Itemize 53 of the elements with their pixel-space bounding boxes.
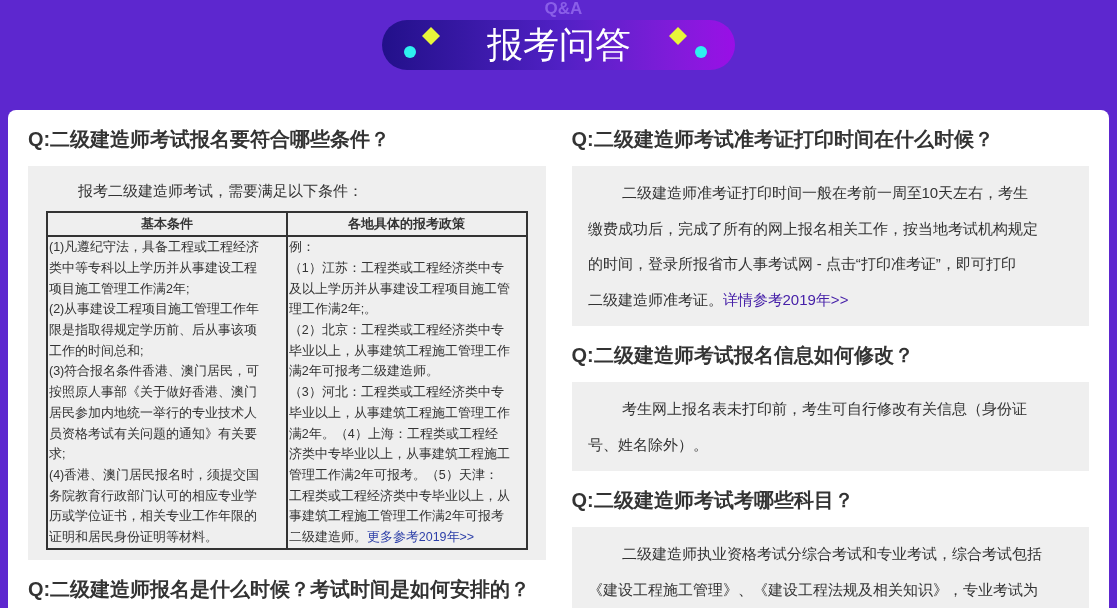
answer-text-line: 二级建造师。: [288, 530, 367, 545]
answer-text-line: 求;: [49, 447, 66, 462]
diamond-icon: [669, 27, 687, 45]
answer-text-line: （1）江苏：工程类或工程经济类中专: [288, 260, 504, 275]
dot-icon: [404, 46, 416, 58]
answer-text-line: 限是指取得规定学历前、后从事该项: [49, 323, 257, 338]
more-link[interactable]: 更多参考2019年>>: [366, 530, 475, 545]
answer-text-line: 毕业以上，从事建筑工程施工管理工作: [288, 343, 510, 358]
answer-text-line: 证明和居民身份证明等材料。: [49, 530, 218, 545]
section-title: 报考问答: [486, 27, 631, 63]
answer-text-line: 二级建造师执业资格考试分综合考试和专业考试，综合考试包括: [621, 545, 1042, 562]
dot-icon: [695, 46, 707, 58]
answer-text-line: 《建设工程施工管理》、《建设工程法规及相关知识》，专业考试为: [587, 580, 1038, 598]
table-header-cell: 基本条件: [47, 211, 287, 237]
question-heading: Q:二级建造师报名是什么时候？考试时间是如何安排的？: [28, 576, 532, 602]
answer-text-line: 及以上学历并从事建设工程项目施工管: [288, 281, 510, 296]
answer-text-line: (3)符合报名条件香港、澳门居民，可: [49, 364, 260, 379]
question-heading: Q:二级建造师考试报名信息如何修改？: [571, 343, 915, 368]
answer-text-line: 二级建造师准考证。: [587, 290, 723, 308]
answer-text-line: 员资格考试有关问题的通知》有关要: [49, 426, 257, 441]
answer-text-line: 号、姓名除外）。: [587, 435, 708, 453]
answer-text-line: 居民参加内地统一举行的专业技术人: [49, 405, 257, 420]
answer-text-line: 工程类或工程经济类中专毕业以上，从: [288, 488, 510, 503]
question-heading: Q:二级建造师考试报名要符合哪些条件？: [28, 127, 392, 152]
answer-text-line: 缴费成功后，完成了所有的网上报名相关工作，按当地考试机构规定: [587, 219, 1038, 237]
table-header-cell: 各地具体的报考政策: [286, 211, 527, 237]
answer-text-line: 工作的时间总和;: [49, 343, 144, 358]
answer-intro: 报考二级建造师考试，需要满足以下条件：: [77, 181, 364, 201]
answer-text-line: 例：: [288, 240, 315, 255]
answer-text-line: (2)从事建设工程项目施工管理工作年: [49, 302, 260, 317]
answer-text-line: 的时间，登录所报省市人事考试网 - 点击“打印准考证”，即可打印: [587, 255, 1016, 272]
answer-text-line: 理工作满2年;。: [288, 302, 378, 317]
answer-text-line: （2）北京：工程类或工程经济类中专: [288, 323, 504, 338]
answer-text-line: 项目施工管理工作满2年;: [49, 281, 190, 296]
answer-text-line: (4)香港、澳门居民报名时，须提交国: [49, 468, 260, 482]
answer-text-line: 满2年。（4）上海：工程类或工程经: [288, 426, 498, 441]
question-heading: Q:二级建造师考试考哪些科目？: [571, 488, 855, 513]
more-link[interactable]: 详情参考2019年>>: [722, 290, 849, 308]
answer-text-line: 事建筑工程施工管理工作满2年可报考: [288, 509, 504, 524]
answer-text-line: 二级建造师准考证打印时间一般在考前一周至10天左右，考生: [621, 184, 1029, 201]
answer-text-line: 类中等专科以上学历并从事建设工程: [49, 260, 257, 275]
answer-text-line: 满2年可报考二级建造师。: [288, 364, 439, 379]
answer-text-line: 济类中专毕业以上，从事建筑工程施工: [288, 447, 510, 462]
answer-text-line: 管理工作满2年可报考。（5）天津：: [288, 468, 498, 482]
answer-text-line: （3）河北：工程类或工程经济类中专: [288, 385, 504, 400]
answer-text-line: 历或学位证书，相关专业工作年限的: [49, 509, 257, 524]
answer-text-line: 考生网上报名表未打印前，考生可自行修改有关信息（身份证: [621, 400, 1027, 417]
diamond-icon: [422, 27, 440, 45]
question-heading: Q:二级建造师考试准考证打印时间在什么时候？: [571, 127, 995, 152]
answer-text-line: (1)凡遵纪守法，具备工程或工程经济: [49, 240, 260, 255]
answer-text-line: 毕业以上，从事建筑工程施工管理工作: [288, 405, 510, 420]
answer-text-line: 务院教育行政部门认可的相应专业学: [49, 488, 257, 503]
answer-text-line: 按照原人事部《关于做好香港、澳门: [49, 385, 257, 400]
